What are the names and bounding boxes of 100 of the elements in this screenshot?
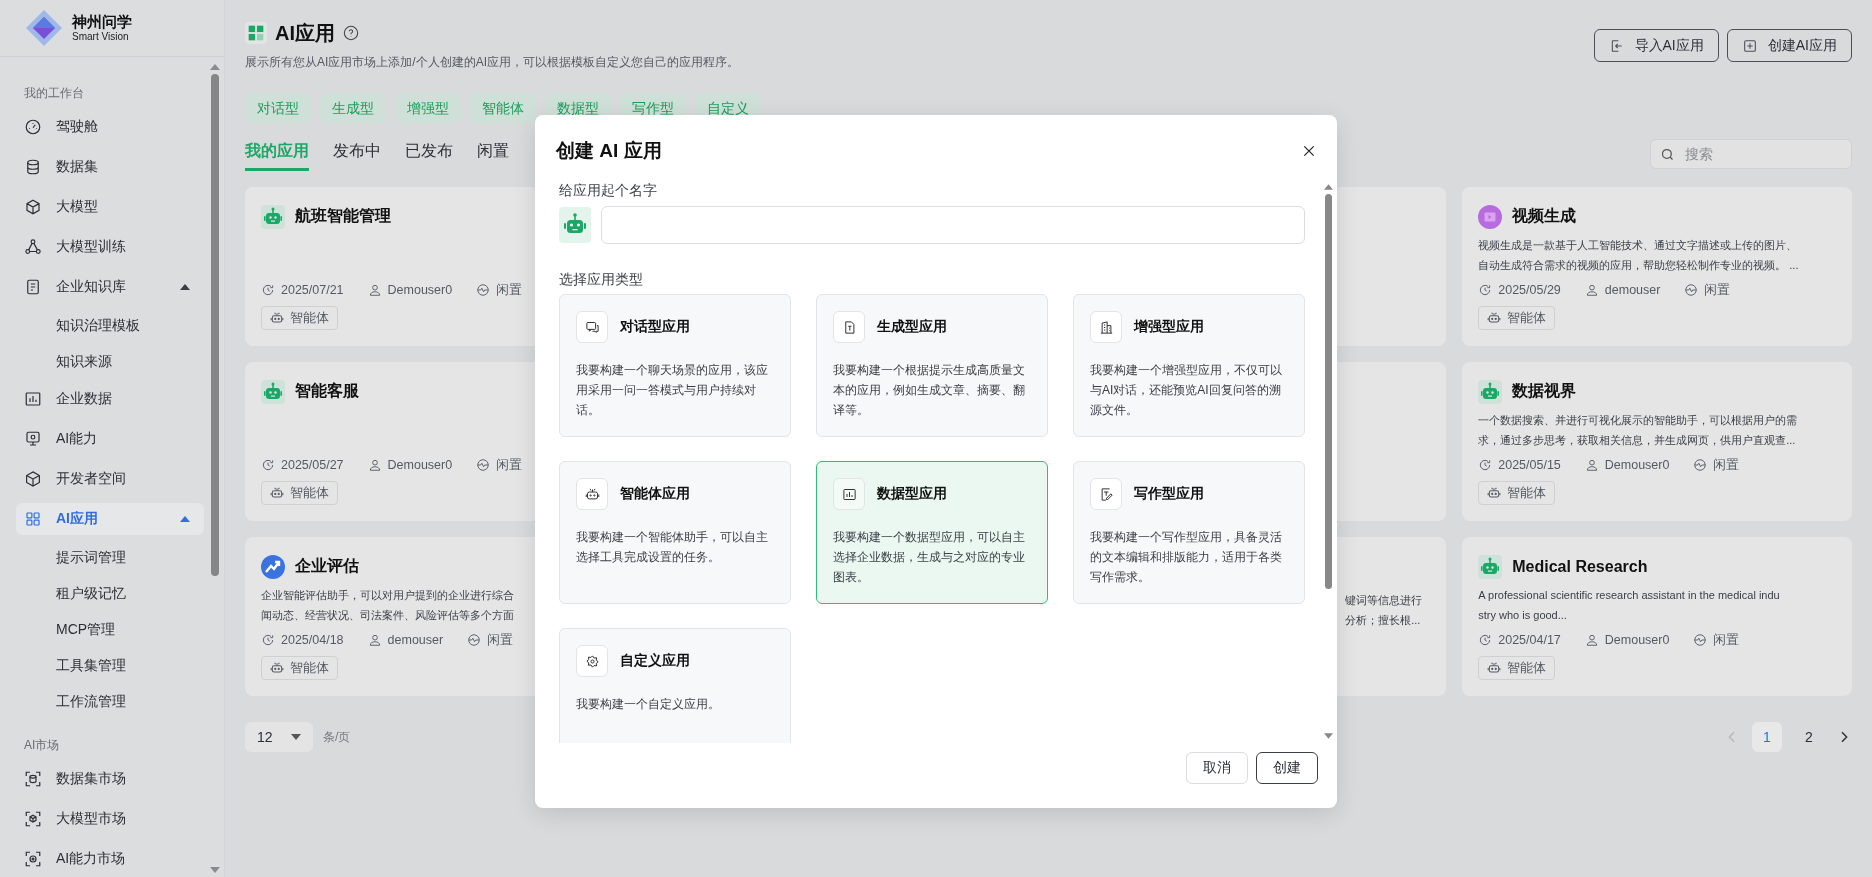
clock-icon: [1478, 283, 1493, 298]
card-date: 2025/04/17: [1498, 633, 1561, 648]
clock-icon: [1478, 633, 1493, 648]
nav-item[interactable]: 企业数据: [16, 383, 204, 415]
robot-icon: [1478, 554, 1503, 579]
chart-icon: [833, 478, 865, 510]
card-date: 2025/05/27: [281, 458, 344, 473]
card-status: 闲置: [1704, 281, 1731, 299]
nav-subitem[interactable]: 知识治理模板: [16, 307, 204, 343]
pulse-icon: [476, 283, 491, 298]
clock-icon: [1478, 458, 1493, 473]
nav-item[interactable]: 开发者空间: [16, 463, 204, 495]
scroll-up-icon[interactable]: [1323, 184, 1333, 190]
hex-icon: [24, 470, 42, 488]
robot-icon: [270, 311, 284, 326]
custom-icon: [576, 645, 608, 677]
create-button[interactable]: 创建: [1256, 752, 1318, 784]
pulse-icon: [467, 633, 482, 648]
app-card[interactable]: Medical Research A professional scientific research assistant in the medical indu stry who is good... 2025/04/17 Demouser0 闲置 智能体: [1462, 537, 1852, 696]
brand-subtitle: Smart Vision: [72, 30, 130, 42]
gauge-icon: [24, 118, 42, 136]
card-description: 企业智能评估助手，可以对用户提到的企业进行综合 闻动态、经营状况、司法案件、风险评估等多个方面: [261, 587, 515, 623]
card-description: 视频生成是一款基于人工智能技术、通过文字描述或上传的图片、 自动生成符合需求的视频的应用，帮助您轻松制作专业的视频。 ...: [1478, 237, 1800, 273]
card-author: Demouser0: [387, 283, 453, 298]
page-description: 展示所有您从AI应用市场上添加/个人创建的AI应用，可以根据模板自定义您自己的应用程序。: [245, 54, 739, 71]
page-number[interactable]: 2: [1794, 722, 1824, 752]
app-type-option[interactable]: 数据型应用 我要构建一个数据型应用，可以自主选择企业数据，生成与之对应的专业图表。: [816, 461, 1048, 604]
robot-icon: [576, 478, 608, 510]
doc-icon: [833, 311, 865, 343]
import-button[interactable]: 导入AI应用: [1593, 29, 1719, 62]
nav-item[interactable]: AI能力市场: [16, 843, 204, 875]
app-type-option[interactable]: 生成型应用 我要构建一个根据提示生成高质量文本的应用，例如生成文章、摘要、翻译等。: [816, 294, 1048, 437]
card-title: 视频生成: [1512, 206, 1577, 227]
close-icon[interactable]: [1301, 143, 1317, 159]
nav-item[interactable]: AI能力: [16, 423, 204, 455]
monitor-icon: [24, 430, 42, 448]
user-icon: [367, 458, 382, 473]
card-status: 闲置: [1713, 631, 1740, 649]
app-type-option[interactable]: 写作型应用 我要构建一个写作型应用，具备灵活的文本编辑和排版能力，适用于各类写作需求。: [1073, 461, 1305, 604]
app-card[interactable]: 视频生成 视频生成是一款基于人工智能技术、通过文字描述或上传的图片、 自动生成符合需求的视频的应用，帮助您轻松制作专业的视频。 ... 2025/05/29 demouser 闲置 智能体: [1462, 187, 1852, 346]
card-date: 2025/04/18: [281, 633, 344, 648]
search-field[interactable]: 搜索: [1650, 139, 1852, 169]
name-input[interactable]: [601, 206, 1305, 244]
option-description: 我要构建一个增强型应用，不仅可以与AI对话，还能预览AI回复问答的溯源文件。: [1090, 362, 1283, 419]
card-status: 闲置: [496, 456, 523, 474]
nav-item[interactable]: 大模型: [16, 191, 204, 223]
nav-item[interactable]: 大模型训练: [16, 231, 204, 263]
option-title: 写作型应用: [1134, 485, 1204, 503]
grid-icon: [245, 22, 267, 44]
page-number[interactable]: 1: [1752, 722, 1782, 752]
option-title: 生成型应用: [877, 318, 947, 336]
nav-item[interactable]: 数据集市场: [16, 763, 204, 795]
card-tag: 智能体: [1478, 656, 1556, 680]
brand-name: 神州问学: [72, 14, 132, 31]
card-status: 闲置: [496, 281, 523, 299]
option-title: 数据型应用: [877, 485, 947, 503]
card-description: 一个数据搜索、并进行可视化展示的智能助手，可以根据用户的需 求，通过多步思考，获取相关信息，并生成网页，供用户直观查...: [1478, 412, 1799, 448]
nav-subitem[interactable]: 知识来源: [16, 343, 204, 379]
app-type-option[interactable]: 增强型应用 我要构建一个增强型应用，不仅可以与AI对话，还能预览AI回复问答的溯源文件。: [1073, 294, 1305, 437]
nav-subitem[interactable]: 工作流管理: [16, 683, 204, 719]
robot-icon: [1478, 379, 1503, 404]
nav-item[interactable]: 大模型市场: [16, 803, 204, 835]
card-tag: 智能体: [261, 481, 338, 505]
grid-icon: [24, 510, 42, 528]
cancel-button[interactable]: 取消: [1186, 752, 1248, 784]
user-icon: [1584, 633, 1599, 648]
nav-item[interactable]: 企业知识库: [16, 271, 204, 303]
tab[interactable]: 闲置: [477, 141, 509, 171]
app-type-option[interactable]: 智能体应用 我要构建一个智能体助手，可以自主选择工具完成设置的任务。: [559, 461, 791, 604]
page-size-select[interactable]: 12: [245, 722, 313, 752]
nav-item[interactable]: 数据集: [16, 151, 204, 183]
nodes-icon: [24, 238, 42, 256]
frame-db-icon: [24, 770, 42, 788]
nav-item[interactable]: 驾驶舱: [16, 111, 204, 143]
create-button[interactable]: 创建AI应用: [1726, 29, 1852, 62]
tab[interactable]: 已发布: [405, 141, 453, 171]
nav-item[interactable]: AI应用: [16, 503, 204, 535]
card-author: demouser: [387, 633, 444, 648]
scroll-down-icon[interactable]: [1323, 733, 1333, 739]
frame-cube-icon: [24, 810, 42, 828]
bars-icon: [24, 390, 42, 408]
app-card[interactable]: 数据视界 一个数据搜索、并进行可视化展示的智能助手，可以根据用户的需 求，通过多步思考，获取相关信息，并生成网页，供用户直观查... 2025/05/15 Demouser0 闲置 智能体: [1462, 362, 1852, 521]
option-description: 我要构建一个根据提示生成高质量文本的应用，例如生成文章、摘要、翻译等。: [833, 362, 1026, 419]
app-type-option[interactable]: 对话型应用 我要构建一个聊天场景的应用，该应用采用一问一答模式与用户持续对话。: [559, 294, 791, 437]
plus-icon: [1741, 37, 1758, 54]
clock-icon: [261, 283, 275, 298]
card-status: 闲置: [487, 631, 514, 649]
nav-subitem[interactable]: MCP管理: [16, 611, 204, 647]
help-icon[interactable]: [343, 25, 359, 41]
nav-subitem[interactable]: 租户级记忆: [16, 575, 204, 611]
dialog-title: 创建 AI 应用: [556, 139, 662, 163]
card-tag: 智能体: [1478, 481, 1556, 505]
nav-subitem[interactable]: 提示词管理: [16, 539, 204, 575]
app-type-option[interactable]: 自定义应用 我要构建一个自定义应用。: [559, 628, 791, 743]
page-title: AI应用: [275, 21, 335, 46]
tab[interactable]: 发布中: [333, 141, 381, 171]
cube-icon: [24, 198, 42, 216]
nav-subitem[interactable]: 工具集管理: [16, 647, 204, 683]
robot-icon[interactable]: [559, 207, 591, 243]
card-date: 2025/05/15: [1498, 458, 1561, 473]
